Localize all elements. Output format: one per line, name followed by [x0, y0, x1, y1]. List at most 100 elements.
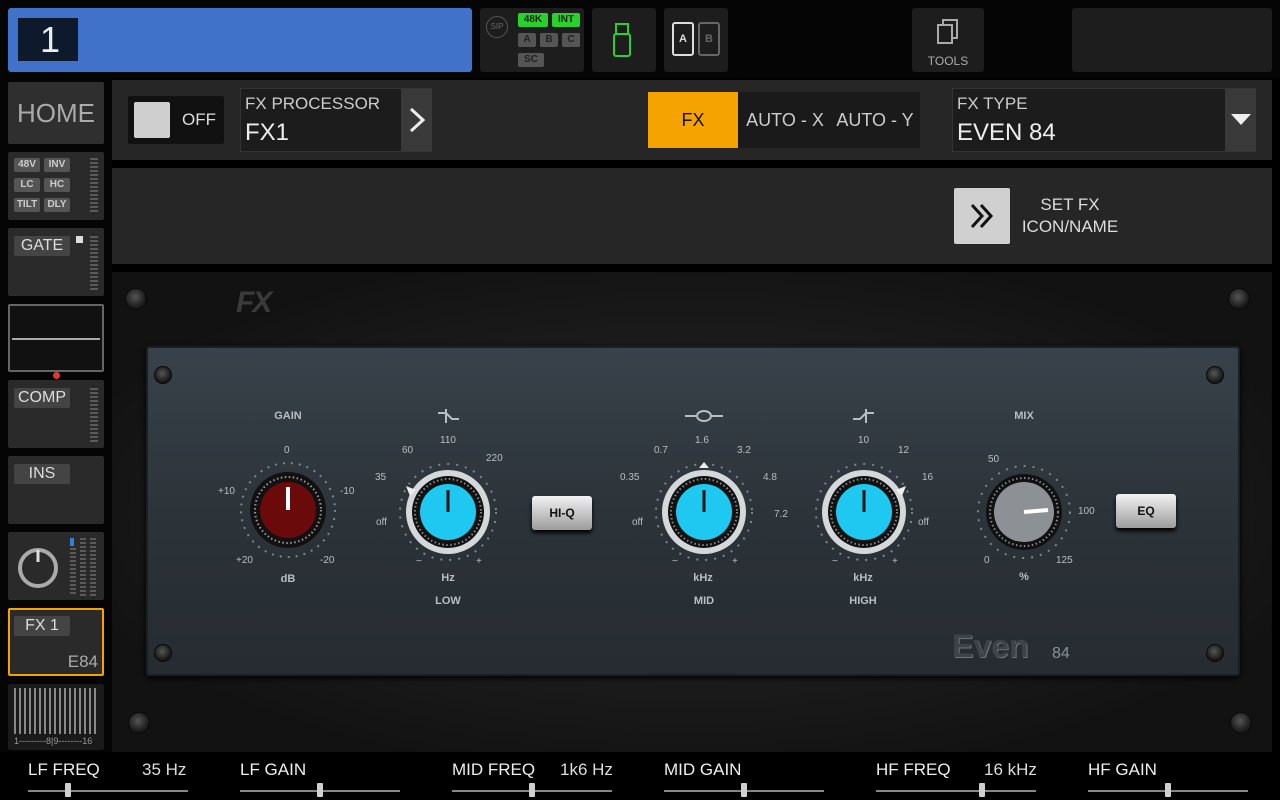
toggle-knob	[134, 102, 170, 138]
input-section-button[interactable]: 48V INV LC HC TILT DLY	[8, 152, 104, 220]
home-button[interactable]: HOME	[8, 82, 104, 144]
gate-indicator	[76, 236, 83, 243]
fx1-type-label: E84	[67, 652, 98, 671]
top-right-slot[interactable]	[1072, 8, 1272, 72]
a-indicator: A	[518, 33, 536, 47]
hf-gain-slider-thumb[interactable]	[1165, 783, 1171, 797]
bus-sends-button[interactable]: 1---------8|9--------16	[8, 684, 104, 750]
mid-scale-4.8: 4.8	[763, 472, 777, 483]
mid-plus: +	[732, 556, 738, 567]
gain-knob[interactable]	[238, 458, 338, 558]
sync-status-panel[interactable]: SIP 48K INT A B C SC	[480, 8, 584, 72]
hi-q-button[interactable]: HI-Q	[532, 496, 592, 530]
gate-button[interactable]: GATE	[8, 228, 104, 296]
tab-auto-y[interactable]: AUTO - Y	[832, 92, 918, 148]
48k-indicator: 48K	[518, 13, 548, 27]
channel-number: 1	[18, 18, 78, 61]
high-band-label: HIGH	[849, 595, 877, 607]
lf-freq-slider-track[interactable]	[28, 790, 188, 792]
hf-freq-slider-thumb[interactable]	[979, 783, 985, 797]
set-fx-label[interactable]: SET FX ICON/NAME	[1018, 194, 1122, 238]
lc-tag: LC	[14, 178, 40, 192]
fx-on-off-toggle[interactable]: OFF	[128, 96, 224, 144]
home-label: HOME	[17, 98, 95, 128]
comp-button[interactable]: COMP	[8, 380, 104, 448]
mix-scale-100: 100	[1078, 506, 1095, 517]
fx-type-value: EVEN 84	[957, 119, 1056, 146]
eq-button[interactable]	[8, 304, 104, 372]
fx-type-label: FX TYPE	[957, 94, 1028, 113]
usb-drive-icon	[613, 23, 631, 57]
chevron-down-icon	[1231, 114, 1251, 125]
set-fx-line2: ICON/NAME	[1021, 217, 1119, 236]
pan-button[interactable]	[8, 532, 104, 600]
low-freq-knob[interactable]	[396, 460, 500, 564]
fx1-button[interactable]: FX 1 E84	[8, 608, 104, 676]
bus-scale-label: 1---------8|9--------16	[14, 736, 93, 746]
usb-button[interactable]	[592, 8, 656, 72]
sd-card-button[interactable]: A B	[664, 8, 728, 72]
fx1-label: FX 1	[14, 616, 70, 636]
double-chevron-right-icon	[970, 203, 994, 229]
low-scale-35: 35	[375, 472, 387, 483]
low-minus: −	[416, 556, 422, 567]
mid-freq-knob[interactable]	[652, 460, 756, 564]
b-indicator: B	[540, 33, 558, 47]
hf-freq-label: HF FREQ	[876, 760, 951, 779]
int-indicator: INT	[552, 13, 580, 27]
plate-screw-tr	[1206, 366, 1224, 384]
pan-knob-icon	[18, 548, 58, 588]
mid-gain-slider-thumb[interactable]	[741, 783, 747, 797]
level-meter-right	[90, 538, 96, 596]
chevron-right-icon	[409, 107, 426, 133]
hf-freq-slider-track[interactable]	[876, 790, 1036, 792]
mid-scale-0.7: 0.7	[654, 445, 668, 456]
tab-auto-x[interactable]: AUTO - X	[742, 92, 828, 148]
high-unit: kHz	[853, 572, 873, 584]
fx-processor-label: FX PROCESSOR	[245, 94, 381, 113]
lf-gain-slider-thumb[interactable]	[317, 783, 323, 797]
48v-tag: 48V	[14, 158, 40, 172]
comp-meter	[90, 388, 98, 442]
mix-knob[interactable]	[972, 462, 1076, 566]
screw-bottom-right	[1230, 712, 1252, 734]
mid-scale-3.2: 3.2	[737, 445, 751, 456]
lf-gain-label: LF GAIN	[240, 760, 307, 779]
ins-button[interactable]: INS	[8, 456, 104, 524]
model-number: 84	[1052, 645, 1070, 662]
lf-freq-slider-thumb[interactable]	[65, 783, 71, 797]
plate-screw-tl	[154, 366, 172, 384]
high-plus: +	[892, 556, 898, 567]
tools-label: TOOLS	[927, 54, 969, 68]
sip-indicator: SIP	[486, 16, 508, 38]
high-scale-off: off	[918, 517, 929, 528]
plate-screw-br	[1206, 644, 1224, 662]
input-meter	[90, 158, 98, 214]
c-indicator: C	[562, 33, 580, 47]
mid-freq-label: MID FREQ	[452, 760, 536, 779]
dly-tag: DLY	[44, 198, 70, 212]
fx-processor-selector[interactable]: FX PROCESSOR FX1	[240, 88, 432, 152]
comp-label: COMP	[14, 388, 70, 408]
ins-label: INS	[14, 464, 70, 484]
next-processor-button[interactable]	[401, 89, 432, 151]
channel-selector[interactable]: 1	[8, 8, 472, 72]
mix-unit: %	[1019, 571, 1029, 583]
mid-minus: −	[672, 556, 678, 567]
tools-button[interactable]: TOOLS	[912, 8, 984, 72]
level-meter-mid	[80, 538, 86, 596]
low-scale-60: 60	[402, 445, 414, 456]
fx-type-dropdown[interactable]: FX TYPE EVEN 84	[952, 88, 1256, 152]
dropdown-toggle[interactable]	[1225, 89, 1256, 151]
inv-tag: INV	[44, 158, 70, 172]
tilt-tag: TILT	[14, 198, 40, 212]
high-freq-knob[interactable]	[812, 460, 916, 564]
eq-in-button[interactable]: EQ	[1116, 494, 1176, 528]
mid-freq-slider-thumb[interactable]	[529, 783, 535, 797]
set-fx-icon-button[interactable]	[954, 188, 1010, 244]
level-meter-left	[70, 548, 76, 596]
tab-fx[interactable]: FX	[648, 92, 738, 148]
documents-icon	[937, 19, 958, 44]
low-shelf-icon	[438, 409, 459, 423]
fx-logo: FX	[236, 286, 272, 319]
